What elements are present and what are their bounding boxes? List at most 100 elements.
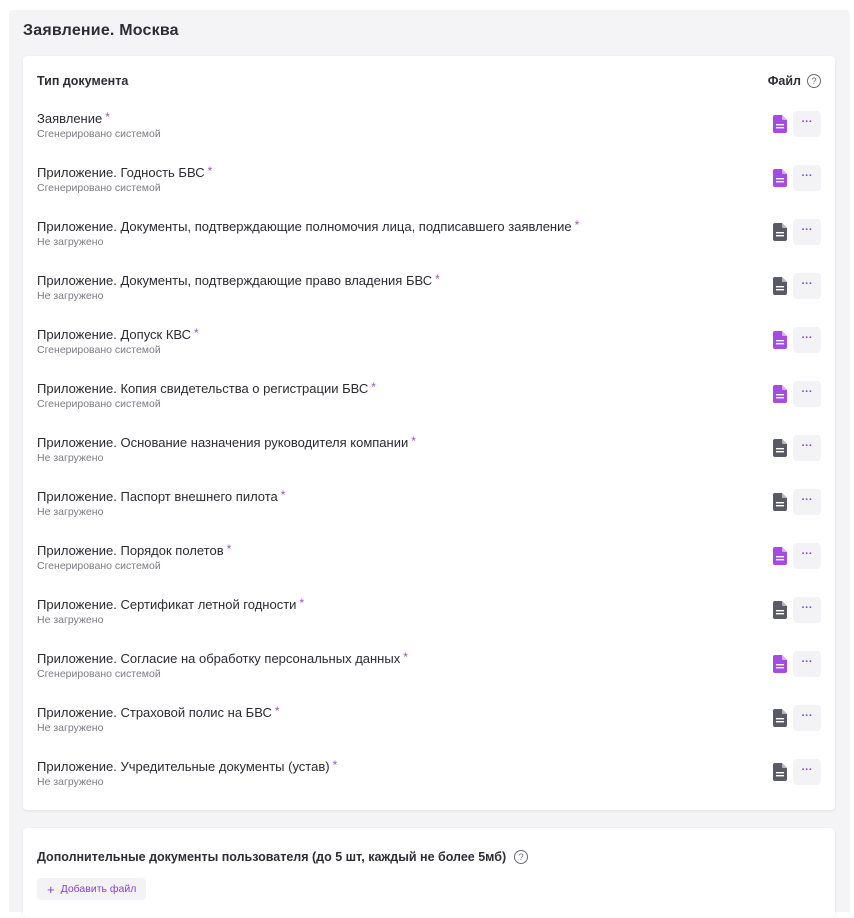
document-row: Приложение. Согласие на обработку персон…: [37, 650, 821, 704]
file-purple-icon[interactable]: [773, 547, 787, 565]
document-status: Не загружено: [37, 614, 104, 626]
required-mark: *: [411, 434, 416, 448]
document-name-text: Приложение. Порядок полетов: [37, 543, 224, 558]
document-status: Сгенерировано системой: [37, 128, 161, 140]
document-name: Приложение. Паспорт внешнего пилота *: [37, 488, 285, 504]
file-purple-icon[interactable]: [773, 169, 787, 187]
file-purple-icon[interactable]: [773, 655, 787, 673]
required-mark: *: [274, 704, 280, 718]
more-options-button[interactable]: ···: [793, 489, 821, 515]
extra-documents-card: Дополнительные документы пользователя (д…: [23, 828, 835, 918]
document-name: Приложение. Порядок полетов *: [37, 542, 231, 558]
document-row: Приложение. Страховой полис на БВС * Не за…: [37, 704, 821, 758]
document-name: Приложение. Годность БВС *: [37, 164, 212, 180]
document-row: Приложение. Документы, подтверждающие по…: [37, 218, 821, 272]
application-panel: Заявление. Москва Тип документа Файл ? З…: [9, 10, 850, 918]
required-mark: *: [194, 326, 199, 340]
document-status: Сгенерировано системой: [37, 668, 161, 680]
document-row: Приложение. Сертификат летной годности * Н…: [37, 596, 821, 650]
column-header-file: Файл ?: [768, 74, 821, 88]
required-mark: *: [403, 650, 408, 664]
file-purple-icon[interactable]: [773, 331, 787, 349]
add-file-label: Добавить файл: [60, 883, 137, 895]
more-options-button[interactable]: ···: [793, 435, 821, 461]
add-file-button[interactable]: + Добавить файл: [37, 878, 147, 900]
more-options-button[interactable]: ···: [793, 651, 821, 677]
required-mark: *: [105, 110, 110, 124]
more-options-button[interactable]: ···: [793, 111, 821, 137]
required-mark: *: [299, 596, 305, 610]
file-gray-icon[interactable]: [773, 601, 787, 619]
more-options-button[interactable]: ···: [793, 543, 821, 569]
document-row: Приложение. Допуск КВС * Сгенерировано сис…: [37, 326, 821, 380]
documents-card: Тип документа Файл ? Заявление * Сгенериро…: [23, 56, 835, 810]
file-gray-icon[interactable]: [773, 223, 787, 241]
column-header-file-label: Файл: [767, 74, 801, 88]
section-title: Заявление. Москва: [23, 22, 179, 39]
document-name: Приложение. Страховой полис на БВС *: [37, 704, 280, 720]
document-row: Приложение. Порядок полетов * Сгенерирован…: [37, 542, 821, 596]
document-row: Приложение. Копия свидетельства о регист…: [37, 380, 821, 434]
document-name: Приложение. Документы, подтверждающие по…: [37, 218, 579, 234]
document-status: Не загружено: [37, 236, 104, 248]
documents-list: Заявление * Сгенерировано системой ··· Прило…: [37, 110, 821, 812]
document-row: Приложение. Учредительные документы (уст…: [37, 758, 821, 812]
file-purple-icon[interactable]: [773, 115, 787, 133]
document-row: Приложение. Документы, подтверждающие пр…: [37, 272, 821, 326]
document-name-text: Приложение. Документы, подтверждающие по…: [37, 219, 572, 234]
document-name: Приложение. Учредительные документы (уст…: [37, 758, 337, 774]
plus-icon: +: [47, 881, 55, 897]
document-status: Сгенерировано системой: [37, 344, 161, 356]
more-options-button[interactable]: ···: [793, 381, 821, 407]
document-name-text: Приложение. Годность БВС: [37, 165, 205, 180]
file-gray-icon[interactable]: [773, 709, 787, 727]
file-gray-icon[interactable]: [773, 763, 787, 781]
document-name-text: Приложение. Паспорт внешнего пилота: [37, 489, 278, 504]
help-icon[interactable]: ?: [514, 850, 529, 864]
help-icon[interactable]: ?: [807, 74, 821, 88]
document-row: Приложение. Паспорт внешнего пилота * Не з…: [37, 488, 821, 542]
document-row: Приложение. Годность БВС * Сгенерировано с…: [37, 164, 821, 218]
more-options-button[interactable]: ···: [793, 597, 821, 623]
more-options-button[interactable]: ···: [793, 327, 821, 353]
more-options-button[interactable]: ···: [793, 759, 821, 785]
document-status: Не загружено: [37, 290, 104, 302]
file-purple-icon[interactable]: [773, 385, 787, 403]
required-mark: *: [280, 488, 286, 502]
extra-documents-title-text: Дополнительные документы пользователя (д…: [37, 850, 507, 864]
more-options-button[interactable]: ···: [793, 165, 821, 191]
document-name-text: Приложение. Согласие на обработку персон…: [37, 651, 401, 666]
file-gray-icon[interactable]: [773, 439, 787, 457]
required-mark: *: [435, 272, 440, 286]
extra-documents-title: Дополнительные документы пользователя (д…: [37, 850, 529, 864]
document-name-text: Приложение. Копия свидетельства о регист…: [37, 381, 369, 396]
document-name-text: Приложение. Основание назначения руковод…: [37, 435, 409, 450]
file-gray-icon[interactable]: [773, 493, 787, 511]
column-header-type: Тип документа: [37, 74, 129, 88]
more-options-button[interactable]: ···: [793, 273, 821, 299]
document-name-text: Приложение. Документы, подтверждающие пр…: [37, 273, 433, 288]
document-name-text: Приложение. Сертификат летной годности: [37, 597, 297, 612]
document-row: Заявление * Сгенерировано системой ···: [37, 110, 821, 164]
document-row: Приложение. Основание назначения руковод…: [37, 434, 821, 488]
required-mark: *: [332, 758, 338, 772]
document-status: Не загружено: [37, 506, 104, 518]
more-options-button[interactable]: ···: [793, 705, 821, 731]
document-name-text: Приложение. Допуск КВС: [37, 327, 192, 342]
required-mark: *: [371, 380, 376, 394]
document-name-text: Приложение. Учредительные документы (уст…: [37, 759, 330, 774]
required-mark: *: [207, 164, 213, 178]
document-name-text: Заявление: [37, 111, 103, 126]
document-name-text: Приложение. Страховой полис на БВС: [37, 705, 272, 720]
document-name: Приложение. Документы, подтверждающие пр…: [37, 272, 440, 288]
more-options-button[interactable]: ···: [793, 219, 821, 245]
file-gray-icon[interactable]: [773, 277, 787, 295]
document-name: Заявление *: [37, 110, 110, 126]
document-status: Сгенерировано системой: [37, 182, 161, 194]
document-status: Сгенерировано системой: [37, 560, 161, 572]
document-status: Не загружено: [37, 776, 104, 788]
document-status: Не загружено: [37, 452, 104, 464]
document-name: Приложение. Согласие на обработку персон…: [37, 650, 408, 666]
document-status: Не загружено: [37, 722, 104, 734]
table-header: Тип документа Файл ?: [37, 74, 821, 92]
